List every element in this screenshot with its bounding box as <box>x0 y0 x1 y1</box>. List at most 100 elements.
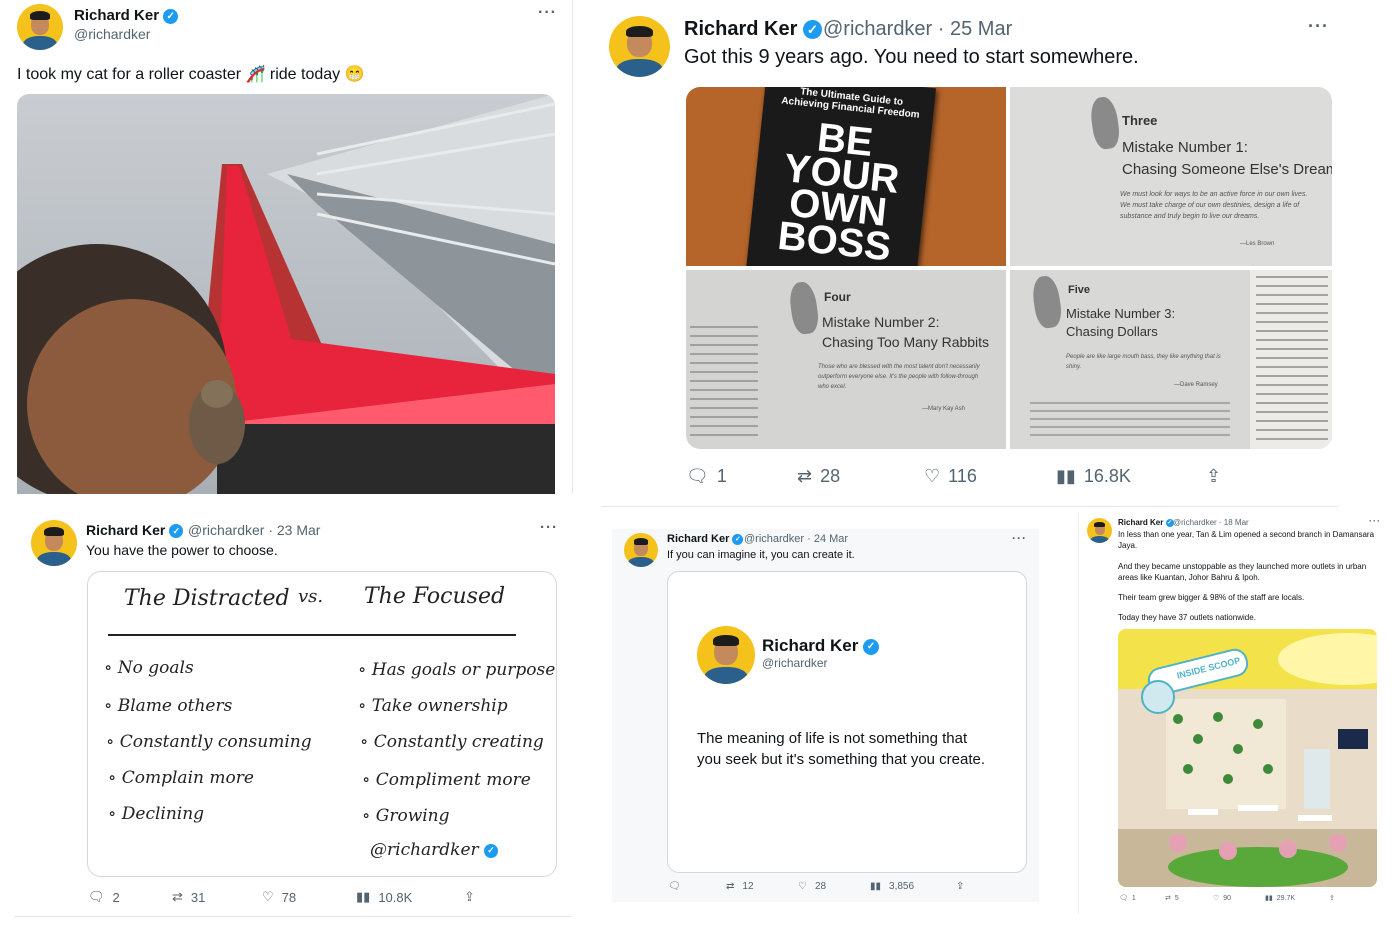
reply-icon: 🗨 <box>686 466 709 486</box>
divider <box>602 506 1338 507</box>
roller-coaster-photo[interactable] <box>17 94 555 494</box>
retweet-icon: ⇄ <box>172 889 183 904</box>
views-button[interactable]: ▮▮ 3,856 <box>870 881 914 892</box>
author-name[interactable]: Richard Ker ✓ <box>74 7 179 24</box>
share-button[interactable]: ⇪ <box>1206 466 1229 487</box>
views-button[interactable]: ▮▮ 29.7K <box>1265 894 1295 903</box>
like-button[interactable]: ♡ 78 <box>262 889 296 905</box>
tweet-card-roller-coaster[interactable]: Richard Ker ✓ @richardker ··· I took my … <box>0 0 572 494</box>
sketch-left-item: ∘ Constantly consuming <box>106 732 312 752</box>
like-button[interactable]: ♡ 28 <box>798 881 826 892</box>
book-photo-grid[interactable]: The Ultimate Guide to Achieving Financia… <box>686 87 1332 449</box>
tweet-paragraph: areas like Kuantan, Johor Bahru & Ipoh. <box>1118 573 1260 582</box>
author-handle-date[interactable]: @richardker · 23 Mar <box>188 522 320 538</box>
footprint-icon <box>787 280 821 336</box>
avatar[interactable] <box>609 16 670 77</box>
author-name[interactable]: Richard Ker ✓ <box>1118 518 1174 527</box>
sketch-left-item: ∘ Declining <box>108 804 205 824</box>
retweet-button[interactable]: ⇄ 28 <box>797 466 840 487</box>
book-page-five[interactable]: Five Mistake Number 3: Chasing Dollars P… <box>1010 270 1332 449</box>
book-page-four[interactable]: Four Mistake Number 2: Chasing Too Many … <box>686 270 1006 449</box>
sketch-left-item: ∘ Blame others <box>104 696 233 716</box>
more-options-icon[interactable]: ··· <box>540 519 558 536</box>
retweet-button[interactable]: ⇄ 5 <box>1165 894 1179 903</box>
views-button[interactable]: ▮▮ 16.8K <box>1056 466 1131 487</box>
share-button[interactable]: ⇪ <box>956 881 972 892</box>
share-icon: ⇪ <box>1329 895 1335 902</box>
avatar[interactable] <box>624 533 658 567</box>
author-name[interactable]: Richard Ker ✓ <box>86 522 184 539</box>
author-handle-date[interactable]: @richardker · 25 Mar <box>823 18 1012 41</box>
page-heading: Mistake Number 3: <box>1066 306 1176 321</box>
store-interior-illustration <box>1118 629 1377 887</box>
tweet-paragraph: Today they have 37 outlets nationwide. <box>1118 613 1256 622</box>
page-quote-author: —Les Brown <box>1240 241 1275 247</box>
page-heading: Chasing Dollars <box>1066 324 1158 339</box>
reply-button[interactable]: 🗨 1 <box>1119 894 1136 903</box>
verified-badge-icon: ✓ <box>863 638 880 655</box>
book-title: BE YOUR OWN BOSS <box>775 115 902 266</box>
share-icon: ⇪ <box>464 889 475 904</box>
tweet-card-book[interactable]: Richard Ker ✓ @richardker · 25 Mar ··· G… <box>602 0 1338 507</box>
reply-button[interactable]: 🗨 <box>668 881 689 892</box>
divider <box>14 916 572 917</box>
tweet-paragraph: In less than one year, Tan & Lim opened … <box>1118 530 1375 539</box>
views-button[interactable]: ▮▮ 10.8K <box>356 889 412 905</box>
sketch-left-item: ∘ No goals <box>104 658 194 678</box>
sketch-underline <box>108 634 516 636</box>
author-name[interactable]: Richard Ker ✓ <box>667 533 744 545</box>
more-options-icon[interactable]: ··· <box>1369 516 1381 526</box>
page-heading: Chasing Someone Else's Dream <box>1122 161 1332 178</box>
divider <box>572 0 573 494</box>
retweet-button[interactable]: ⇄ 12 <box>726 881 754 892</box>
tweet-text: If you can imagine it, you can create it… <box>667 549 855 561</box>
tweet-card-distracted-vs-focused[interactable]: Richard Ker ✓ @richardker · 23 Mar ··· Y… <box>14 507 572 916</box>
page-quote: We must look for ways to be an active fo… <box>1120 191 1308 220</box>
share-button[interactable]: ⇪ <box>1329 894 1343 902</box>
more-options-icon[interactable]: ··· <box>1308 16 1329 37</box>
sketch-right-item: ∘ Growing <box>362 806 450 826</box>
retweet-button[interactable]: ⇄ 31 <box>172 889 205 905</box>
sketch-left-title: The Distracted <box>124 586 290 611</box>
tweet-card-quote[interactable]: Richard Ker ✓ @richardker · 24 Mar ··· I… <box>612 529 1039 902</box>
tweet-card-inside-scoop[interactable]: Richard Ker ✓ @richardker · 18 Mar ··· I… <box>1078 512 1389 914</box>
author-handle-date[interactable]: @richardker · 18 Mar <box>1173 518 1249 527</box>
like-button[interactable]: ♡ 90 <box>1213 894 1231 903</box>
store-photo[interactable]: INSIDE SCOOP <box>1118 629 1377 887</box>
tweet-text: I took my cat for a roller coaster 🎢 rid… <box>17 66 365 83</box>
author-name[interactable]: Richard Ker ✓ <box>684 18 822 41</box>
sketch-right-item: ∘ Has goals or purpose <box>358 660 556 680</box>
quote-line: The meaning of life is not something tha… <box>697 730 968 747</box>
sketch-image[interactable]: The Distracted vs. The Focused ∘ No goal… <box>87 571 557 877</box>
page-quote: Those who are blessed with the most tale… <box>818 364 980 390</box>
page-quote-author: —Dave Ramsey <box>1174 382 1218 388</box>
book-subtitle: The Ultimate Guide to Achieving Financia… <box>780 87 921 121</box>
page-quote-author: —Mary Kay Ash <box>922 406 966 412</box>
page-chapter-label: Five <box>1068 284 1091 296</box>
sketch-signature: @richardker ✓ <box>370 840 499 860</box>
sketch-right-item: ∘ Take ownership <box>358 696 508 716</box>
reply-button[interactable]: 🗨 1 <box>686 466 727 487</box>
more-options-icon[interactable]: ··· <box>1012 531 1027 545</box>
share-button[interactable]: ⇪ <box>464 889 483 905</box>
book-cover-photo[interactable]: The Ultimate Guide to Achieving Financia… <box>686 87 1006 266</box>
author-handle[interactable]: @richardker <box>74 26 150 42</box>
book-page-three[interactable]: Three Mistake Number 1: Chasing Someone … <box>1010 87 1332 266</box>
tweet-paragraph: Their team grew bigger & 98% of the staf… <box>1118 593 1305 602</box>
reply-button[interactable]: 🗨 2 <box>88 889 120 905</box>
more-options-icon[interactable]: ··· <box>538 4 557 22</box>
reply-icon: 🗨 <box>1119 895 1128 902</box>
reply-icon: 🗨 <box>88 889 105 904</box>
verified-badge-icon: ✓ <box>163 8 179 24</box>
page-heading: Mistake Number 1: <box>1122 139 1248 156</box>
verified-badge-icon: ✓ <box>732 533 744 545</box>
author-handle-date[interactable]: @richardker · 24 Mar <box>744 533 848 545</box>
avatar[interactable] <box>17 4 63 50</box>
sketch-left-item: ∘ Complain more <box>108 768 254 788</box>
avatar[interactable] <box>31 520 77 566</box>
like-button[interactable]: ♡ 116 <box>924 466 977 487</box>
verified-badge-icon: ✓ <box>169 524 184 539</box>
avatar[interactable] <box>1087 518 1112 543</box>
heart-icon: ♡ <box>1213 895 1220 902</box>
quote-image[interactable]: Richard Ker ✓ @richardker The meaning of… <box>667 571 1027 873</box>
